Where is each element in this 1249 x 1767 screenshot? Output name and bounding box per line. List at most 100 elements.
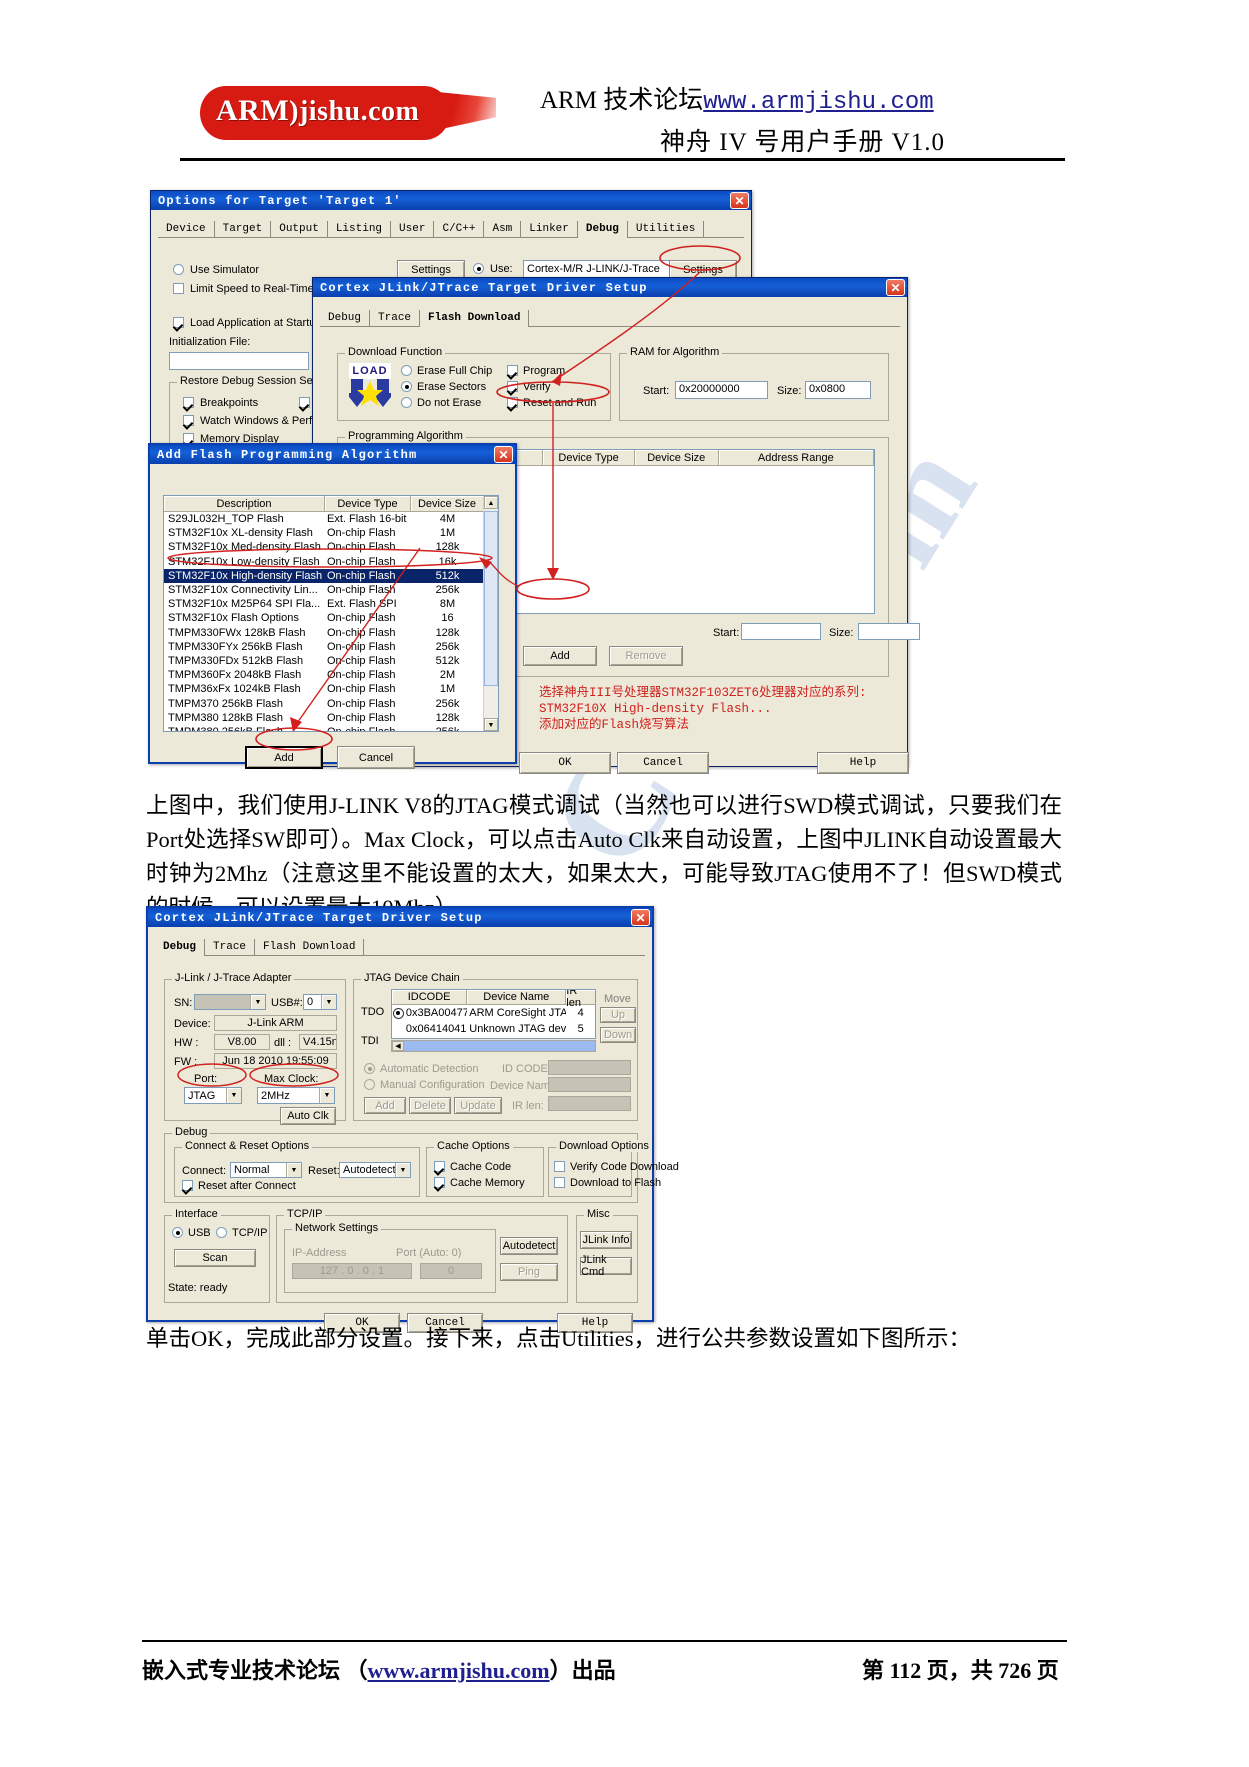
download-to-flash-checkbox[interactable] [554, 1177, 565, 1188]
chain-update-button[interactable]: Update [454, 1097, 502, 1114]
tab-user[interactable]: User [391, 221, 435, 237]
jlink-info-button[interactable]: JLink Info [580, 1231, 632, 1249]
jtag-chain-hscrollbar[interactable]: ◀ [391, 1040, 596, 1052]
add-algorithm-button[interactable]: Add [523, 646, 597, 666]
idcode-input[interactable] [548, 1060, 631, 1075]
jlink-cmd-button[interactable]: JLink Cmd [580, 1254, 632, 1278]
tab-linker[interactable]: Linker [521, 221, 578, 237]
restore-extra-checkbox[interactable] [299, 397, 310, 408]
tab-debug[interactable]: Debug [155, 939, 206, 956]
table-row[interactable]: TMPM380 128kB Flash On-chip Flash 128k [164, 711, 498, 725]
table-row[interactable]: TMPM330FDx 512kB Flash On-chip Flash 512k [164, 654, 498, 668]
table-row[interactable]: STM32F10x Low-density Flash On-chip Flash… [164, 555, 498, 569]
jtag-row-radio[interactable] [392, 1007, 406, 1019]
chain-delete-button[interactable]: Delete [409, 1097, 451, 1114]
table-row[interactable]: STM32F10x XL-density Flash On-chip Flash 1… [164, 526, 498, 540]
footer-url[interactable]: www.armjishu.com [368, 1658, 550, 1683]
close-icon[interactable]: ✕ [886, 279, 905, 296]
add-flash-add-button[interactable]: Add [245, 746, 323, 769]
tab-debug[interactable]: Debug [577, 221, 628, 238]
max-clock-dropdown[interactable]: 2MHz ▼ [257, 1087, 335, 1104]
breakpoints-checkbox[interactable] [183, 397, 194, 408]
device-name-input[interactable] [548, 1077, 631, 1092]
table-row[interactable]: 0x3BA00477ARM CoreSight JTAG-DP 4 [392, 1005, 595, 1021]
tab-debug[interactable]: Debug [320, 310, 371, 326]
table-row[interactable]: STM32F10x High-density Flash On-chip Flas… [164, 568, 498, 583]
flash-list-scrollbar[interactable]: ▲ ▼ [483, 496, 498, 731]
tcpip-interface-radio[interactable] [216, 1227, 227, 1238]
close-icon[interactable]: ✕ [494, 446, 513, 463]
ir-len-input[interactable] [548, 1096, 631, 1111]
flash-ok-button[interactable]: OK [519, 752, 611, 774]
autodetect-button[interactable]: Autodetect [500, 1237, 558, 1255]
do-not-erase-radio[interactable] [401, 397, 412, 408]
cache-memory-checkbox[interactable] [434, 1177, 445, 1188]
manual-config-radio[interactable] [364, 1079, 375, 1090]
program-checkbox[interactable] [507, 365, 518, 376]
algo-start-input[interactable] [741, 623, 821, 640]
table-row[interactable]: STM32F10x Med-density Flash On-chip Flash… [164, 540, 498, 554]
erase-full-chip-radio[interactable] [401, 365, 412, 376]
hscrollbar-thumb[interactable] [404, 1041, 595, 1051]
add-flash-cancel-button[interactable]: Cancel [337, 746, 415, 769]
verify-code-download-checkbox[interactable] [554, 1161, 565, 1172]
table-row[interactable]: S29JL032H_TOP Flash Ext. Flash 16-bit 4M [164, 512, 498, 526]
ping-button[interactable]: Ping [500, 1263, 558, 1281]
close-icon[interactable]: ✕ [730, 192, 749, 209]
remove-algorithm-button[interactable]: Remove [609, 646, 683, 666]
port-auto-input[interactable]: 0 [420, 1263, 482, 1279]
scroll-down-icon[interactable]: ▼ [484, 718, 498, 731]
limit-speed-checkbox[interactable] [173, 283, 184, 294]
chain-down-button[interactable]: Down [600, 1027, 636, 1043]
table-row[interactable]: TMPM330FYx 256kB Flash On-chip Flash 256k [164, 640, 498, 654]
automatic-detection-radio[interactable] [364, 1063, 375, 1074]
reset-after-connect-checkbox[interactable] [182, 1180, 193, 1191]
usb-dropdown[interactable]: 0 ▼ [303, 994, 337, 1010]
table-row[interactable]: TMPM330FWx 128kB Flash On-chip Flash 128k [164, 626, 498, 640]
load-app-checkbox[interactable] [173, 317, 184, 328]
algo-size-input[interactable] [858, 623, 920, 640]
tab-target[interactable]: Target [215, 221, 272, 237]
port-dropdown[interactable]: JTAG ▼ [184, 1087, 242, 1104]
table-row[interactable]: TMPM370 256kB Flash On-chip Flash 256k [164, 696, 498, 710]
use-driver-radio[interactable] [473, 263, 484, 274]
reset-and-run-checkbox[interactable] [507, 397, 518, 408]
auto-clk-button[interactable]: Auto Clk [280, 1107, 336, 1125]
flash-algorithm-list[interactable]: Description Device Type Device Size S29J… [163, 495, 499, 732]
scrollbar-thumb[interactable] [484, 511, 498, 686]
tab-device[interactable]: Device [158, 221, 215, 237]
tab-trace[interactable]: Trace [370, 310, 421, 326]
tab-asm[interactable]: Asm [484, 221, 522, 237]
chain-add-button[interactable]: Add [364, 1097, 406, 1114]
table-row[interactable]: TMPM36xFx 1024kB Flash On-chip Flash 1M [164, 682, 498, 696]
table-row[interactable]: STM32F10x Connectivity Lin... On-chip Fla… [164, 583, 498, 597]
reset-dropdown[interactable]: Autodetect ▼ [339, 1162, 411, 1178]
table-row[interactable]: STM32F10x M25P64 SPI Fla... Ext. Flash SP… [164, 597, 498, 611]
usb-interface-radio[interactable] [172, 1227, 183, 1238]
table-row[interactable]: TMPM360Fx 2048kB Flash On-chip Flash 2M [164, 668, 498, 682]
table-row[interactable]: STM32F10x Flash Options On-chip Flash 16 [164, 611, 498, 625]
ip-address-input[interactable]: 127 . 0 . 0 . 1 [292, 1263, 412, 1279]
tab-flash-download[interactable]: Flash Download [420, 310, 530, 327]
table-row[interactable]: 0x06414041Unknown JTAG device 5 [392, 1021, 595, 1037]
init-file-input[interactable] [169, 352, 309, 370]
scroll-up-icon[interactable]: ▲ [484, 496, 498, 509]
verify-checkbox[interactable] [507, 381, 518, 392]
ram-size-input[interactable]: 0x0800 [805, 381, 871, 399]
table-row[interactable]: TMPM380 256kB Flash On-chip Flash 256k [164, 725, 498, 731]
use-simulator-radio[interactable] [173, 264, 184, 275]
close-icon[interactable]: ✕ [631, 909, 650, 926]
scan-button[interactable]: Scan [174, 1249, 256, 1267]
tab-trace[interactable]: Trace [205, 939, 256, 955]
tab-listing[interactable]: Listing [328, 221, 392, 237]
tab-output[interactable]: Output [271, 221, 328, 237]
scroll-left-icon[interactable]: ◀ [392, 1041, 404, 1051]
erase-sectors-radio[interactable] [401, 381, 412, 392]
watch-windows-checkbox[interactable] [183, 415, 194, 426]
tab-flash-download[interactable]: Flash Download [255, 939, 365, 955]
chain-up-button[interactable]: Up [600, 1007, 636, 1023]
sn-dropdown[interactable]: ▼ [194, 994, 266, 1010]
ram-start-input[interactable]: 0x20000000 [675, 381, 768, 399]
tab-c-cpp[interactable]: C/C++ [434, 221, 485, 237]
cache-code-checkbox[interactable] [434, 1161, 445, 1172]
